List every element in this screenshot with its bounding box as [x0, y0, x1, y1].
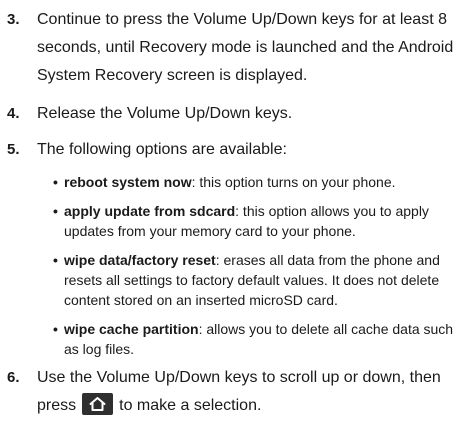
step-number: 5.	[7, 141, 20, 158]
list-item: • reboot system now: this option turns o…	[53, 172, 468, 192]
options-list: • reboot system now: this option turns o…	[53, 172, 468, 368]
option-term: apply update from sdcard	[64, 203, 236, 219]
option-term: wipe cache partition	[64, 321, 199, 337]
step-text: Release the Volume Up/Down keys.	[37, 105, 293, 122]
list-item: • wipe data/factory reset: erases all da…	[53, 250, 468, 310]
bullet-icon: •	[53, 174, 58, 190]
home-icon	[82, 393, 114, 415]
option-term: reboot system now	[64, 174, 192, 190]
step-number: 6.	[7, 369, 20, 386]
list-item: • wipe cache partition: allows you to de…	[53, 319, 468, 359]
step-number: 3.	[7, 11, 20, 28]
step-text: The following options are available:	[37, 141, 287, 158]
list-item: • apply update from sdcard: this option …	[53, 201, 468, 241]
step-number: 4.	[7, 105, 20, 122]
option-term: wipe data/factory reset	[64, 252, 216, 268]
bullet-icon: •	[53, 203, 58, 219]
option-description: : this option turns on your phone.	[191, 174, 396, 190]
step-text: Continue to press the Volume Up/Down key…	[37, 11, 454, 84]
manual-page: 3. Continue to press the Volume Up/Down …	[0, 0, 471, 428]
step-text-after: to make a selection.	[119, 397, 262, 414]
bullet-icon: •	[53, 321, 58, 337]
bullet-icon: •	[53, 252, 58, 268]
step-text: Use the Volume Up/Down keys to scroll up…	[37, 364, 465, 420]
